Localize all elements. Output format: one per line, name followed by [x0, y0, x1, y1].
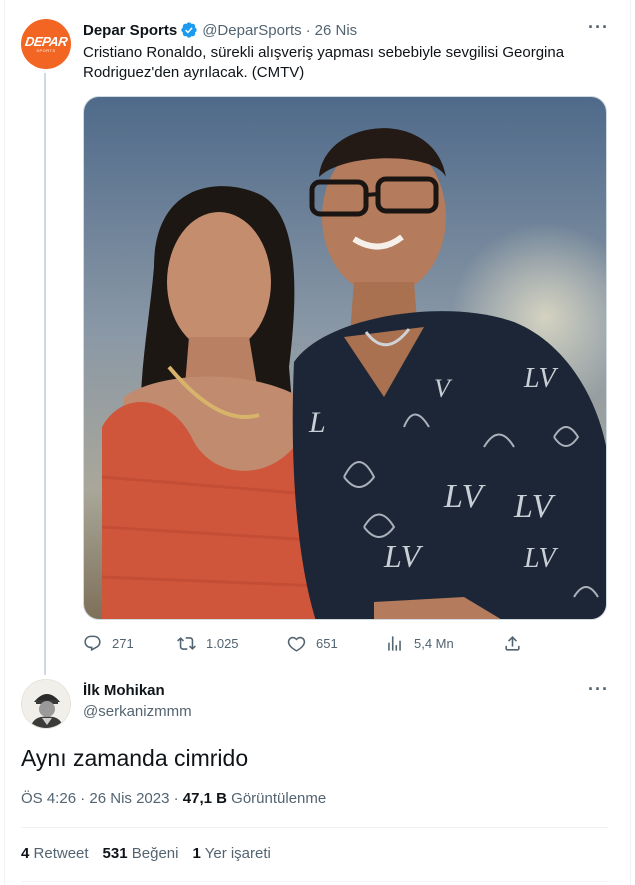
retweet-count: 1.025: [206, 635, 239, 651]
bookmarks-value: 1: [192, 845, 201, 862]
svg-text:LV: LV: [523, 543, 559, 574]
reply-count: 271: [112, 635, 134, 651]
heart-icon: [287, 636, 306, 652]
retweets-label: Retweet: [33, 845, 89, 862]
more-options-icon[interactable]: ···: [588, 18, 609, 36]
reply-date[interactable]: 26 Nis 2023: [89, 790, 169, 807]
retweets-value: 4: [21, 845, 30, 862]
verified-badge-icon: [181, 22, 197, 38]
tweet-date[interactable]: 26 Nis: [315, 22, 358, 39]
likes-stat[interactable]: 531 Beğeni: [103, 845, 179, 862]
author-avatar-depar[interactable]: DEPAR SPORTS: [21, 19, 71, 69]
reply-more-options-icon[interactable]: ···: [588, 680, 609, 698]
author-name[interactable]: Depar Sports: [83, 22, 177, 39]
parent-tweet-header: Depar Sports @DeparSports · 26 Nis: [83, 20, 357, 40]
reply-button[interactable]: 271: [83, 632, 134, 654]
likes-value: 531: [102, 845, 128, 862]
svg-text:LV: LV: [443, 478, 487, 515]
parent-tweet-actions: 271 1.025 651 5,4 Mn: [83, 632, 523, 654]
bookmarks-stat[interactable]: 1 Yer işareti: [192, 845, 270, 862]
reply-icon: [84, 635, 101, 651]
reply-author-handle[interactable]: @serkanizmmm: [83, 703, 192, 720]
divider: [21, 827, 608, 828]
reply-meta-line: ÖS 4:26 · 26 Nis 2023 · 47,1 B Görüntüle…: [21, 790, 326, 807]
avatar-logo-text: DEPAR: [23, 33, 69, 49]
meta-separator-2: ·: [173, 790, 179, 807]
author-avatar-ilk-mohikan[interactable]: [21, 679, 71, 729]
views-button[interactable]: 5,4 Mn: [385, 632, 454, 654]
parent-tweet-text: Cristiano Ronaldo, sürekli alışveriş yap…: [83, 44, 565, 81]
retweet-icon: [177, 636, 196, 650]
reply-views-label: Görüntülenme: [231, 790, 327, 807]
retweets-stat[interactable]: 4 Retweet: [21, 845, 89, 862]
reply-views-value: 47,1 B: [182, 790, 227, 807]
views-count: 5,4 Mn: [414, 635, 454, 651]
likes-label: Beğeni: [131, 845, 179, 862]
meta-separator: ·: [80, 790, 86, 807]
svg-text:LV: LV: [523, 363, 559, 394]
thread-connector-line: [44, 73, 46, 675]
reply-engagement-stats: 4 Retweet 531 Beğeni 1 Yer işareti: [21, 845, 285, 862]
views-chart-icon: [388, 635, 401, 651]
svg-text:LV: LV: [513, 488, 557, 525]
like-count: 651: [316, 635, 338, 651]
share-icon: [505, 635, 520, 651]
divider-bottom: [21, 881, 608, 882]
photo-illustration: L V LV LV LV LV LV: [84, 97, 606, 619]
bookmarks-label: Yer işareti: [204, 845, 271, 862]
author-handle[interactable]: @DeparSports: [202, 22, 301, 39]
retweet-button[interactable]: 1.025: [177, 632, 239, 654]
tweet-media-photo[interactable]: L V LV LV LV LV LV: [83, 96, 607, 620]
svg-text:LV: LV: [383, 538, 424, 574]
reply-time[interactable]: ÖS 4:26: [21, 790, 76, 807]
avatar-portrait-illustration: [22, 680, 70, 728]
header-separator: ·: [305, 21, 311, 39]
share-button[interactable]: [503, 632, 532, 654]
reply-author-name[interactable]: İlk Mohikan: [83, 682, 165, 699]
reply-tweet-text: Aynı zamanda cimrido: [21, 745, 249, 771]
like-button[interactable]: 651: [287, 632, 338, 654]
svg-text:L: L: [308, 406, 326, 439]
